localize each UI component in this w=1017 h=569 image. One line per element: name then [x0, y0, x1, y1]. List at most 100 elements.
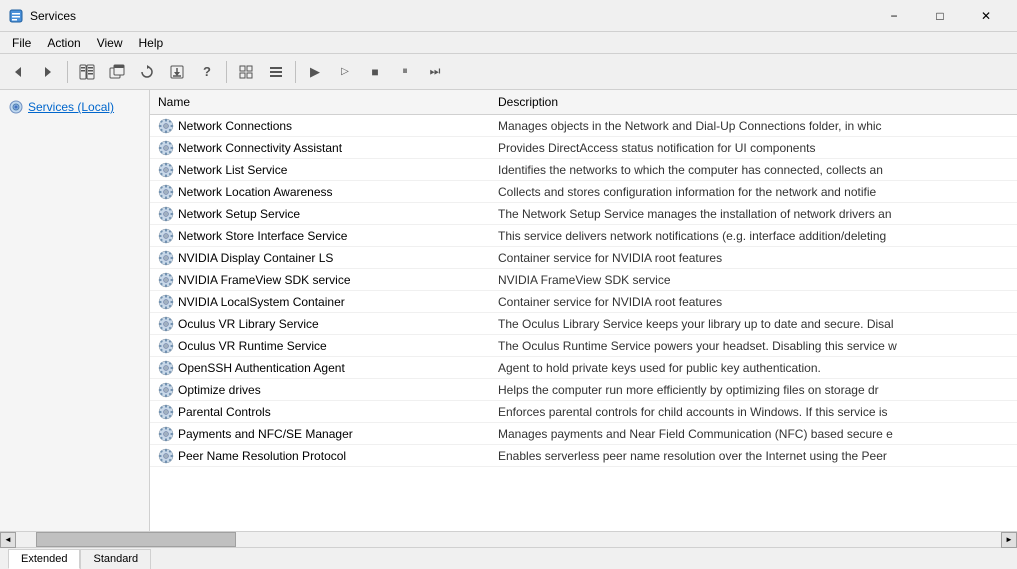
table-row[interactable]: Peer Name Resolution ProtocolEnables ser…	[150, 445, 1017, 467]
service-icon	[158, 162, 174, 178]
service-name-cell: OpenSSH Authentication Agent	[150, 358, 490, 378]
service-name-text: OpenSSH Authentication Agent	[178, 361, 345, 375]
scroll-right-button[interactable]: ►	[1001, 532, 1017, 548]
new-window-button[interactable]	[103, 58, 131, 86]
start-service-button[interactable]: ▶	[301, 58, 329, 86]
service-desc-text: The Oculus Runtime Service powers your h…	[490, 337, 1017, 355]
horizontal-scrollbar[interactable]: ◄ ►	[0, 531, 1017, 547]
service-name-cell: NVIDIA Display Container LS	[150, 248, 490, 268]
table-row[interactable]: Network Connectivity AssistantProvides D…	[150, 137, 1017, 159]
window-title: Services	[30, 9, 871, 23]
table-row[interactable]: Parental ControlsEnforces parental contr…	[150, 401, 1017, 423]
close-button[interactable]: ✕	[963, 0, 1009, 32]
service-icon	[158, 426, 174, 442]
services-list[interactable]: Network ConnectionsManages objects in th…	[150, 115, 1017, 531]
service-desc-text: Helps the computer run more efficiently …	[490, 381, 1017, 399]
service-name-text: Parental Controls	[178, 405, 271, 419]
service-icon	[158, 140, 174, 156]
back-button[interactable]	[4, 58, 32, 86]
service-desc-text: Identifies the networks to which the com…	[490, 161, 1017, 179]
service-name-text: Optimize drives	[178, 383, 261, 397]
menu-file[interactable]: File	[4, 32, 39, 53]
service-desc-text: The Oculus Library Service keeps your li…	[490, 315, 1017, 333]
help-button[interactable]: ?	[193, 58, 221, 86]
service-name-cell: Network Location Awareness	[150, 182, 490, 202]
menu-view[interactable]: View	[89, 32, 131, 53]
table-row[interactable]: Network Setup ServiceThe Network Setup S…	[150, 203, 1017, 225]
scroll-left-button[interactable]: ◄	[0, 532, 16, 548]
stop-service-button[interactable]: ■	[361, 58, 389, 86]
service-name-cell: Parental Controls	[150, 402, 490, 422]
service-desc-text: Container service for NVIDIA root featur…	[490, 249, 1017, 267]
service-name-text: Network Connectivity Assistant	[178, 141, 342, 155]
table-row[interactable]: Network Location AwarenessCollects and s…	[150, 181, 1017, 203]
start-service-button-2[interactable]: ▷	[331, 58, 359, 86]
service-icon	[158, 206, 174, 222]
restart-service-button[interactable]: ⏭	[421, 58, 449, 86]
service-name-text: Network List Service	[178, 163, 287, 177]
services-local-item[interactable]: Services (Local)	[4, 96, 145, 118]
table-row[interactable]: Network List Service Identifies the netwo…	[150, 159, 1017, 181]
service-name-cell: Oculus VR Runtime Service	[150, 336, 490, 356]
export-button[interactable]	[163, 58, 191, 86]
service-name-cell: Peer Name Resolution Protocol	[150, 446, 490, 466]
menu-help[interactable]: Help	[131, 32, 172, 53]
scroll-track	[16, 532, 1001, 547]
service-icon	[158, 404, 174, 420]
service-name-cell: Optimize drives	[150, 380, 490, 400]
tab-extended[interactable]: Extended	[8, 549, 80, 569]
service-name-text: Oculus VR Runtime Service	[178, 339, 327, 353]
service-icon	[158, 316, 174, 332]
table-row[interactable]: Network ConnectionsManages objects in th…	[150, 115, 1017, 137]
table-row[interactable]: NVIDIA Display Container LSContainer ser…	[150, 247, 1017, 269]
service-desc-text: This service delivers network notificati…	[490, 227, 1017, 245]
main-content: Services (Local) Name Description Networ…	[0, 90, 1017, 531]
left-panel: Services (Local)	[0, 90, 150, 531]
services-local-label: Services (Local)	[28, 100, 114, 114]
service-icon	[158, 360, 174, 376]
console-view-button[interactable]	[73, 58, 101, 86]
table-row[interactable]: Network Store Interface ServiceThis serv…	[150, 225, 1017, 247]
service-desc-text: Enables serverless peer name resolution …	[490, 447, 1017, 465]
tab-standard[interactable]: Standard	[80, 549, 151, 569]
scroll-thumb[interactable]	[36, 532, 236, 547]
service-name-cell: Network List Service	[150, 160, 490, 180]
service-name-cell: Network Connectivity Assistant	[150, 138, 490, 158]
service-desc-text: Manages payments and Near Field Communic…	[490, 425, 1017, 443]
service-icon	[158, 250, 174, 266]
services-header: Name Description	[150, 90, 1017, 115]
table-row[interactable]: Optimize drives Helps the computer run mo…	[150, 379, 1017, 401]
service-name-cell: Network Connections	[150, 116, 490, 136]
service-name-cell: NVIDIA LocalSystem Container	[150, 292, 490, 312]
col-header-name[interactable]: Name	[150, 93, 490, 111]
col-header-desc[interactable]: Description	[490, 93, 1017, 111]
title-bar: Services − □ ✕	[0, 0, 1017, 32]
table-row[interactable]: OpenSSH Authentication Agent Agent to hol…	[150, 357, 1017, 379]
window-controls: − □ ✕	[871, 0, 1009, 32]
service-name-cell: Network Store Interface Service	[150, 226, 490, 246]
menu-action[interactable]: Action	[39, 32, 88, 53]
service-desc-text: NVIDIA FrameView SDK service	[490, 271, 1017, 289]
forward-button[interactable]	[34, 58, 62, 86]
service-name-cell: Network Setup Service	[150, 204, 490, 224]
minimize-button[interactable]: −	[871, 0, 917, 32]
service-icon	[158, 184, 174, 200]
service-desc-text: Agent to hold private keys used for publ…	[490, 359, 1017, 377]
table-row[interactable]: NVIDIA FrameView SDK serviceNVIDIA Frame…	[150, 269, 1017, 291]
table-row[interactable]: NVIDIA LocalSystem ContainerContainer se…	[150, 291, 1017, 313]
view-detail-button[interactable]	[262, 58, 290, 86]
pause-service-button[interactable]: ⏸	[391, 58, 419, 86]
table-row[interactable]: Oculus VR Runtime Service The Oculus Runt…	[150, 335, 1017, 357]
toolbar-sep-3	[295, 61, 296, 83]
service-name-cell: Payments and NFC/SE Manager	[150, 424, 490, 444]
table-row[interactable]: Oculus VR Library ServiceThe Oculus Libr…	[150, 313, 1017, 335]
table-row[interactable]: Payments and NFC/SE ManagerManages payme…	[150, 423, 1017, 445]
maximize-button[interactable]: □	[917, 0, 963, 32]
service-desc-text: Collects and stores configuration inform…	[490, 183, 1017, 201]
toolbar: ? ▶ ▷ ■ ⏸ ⏭	[0, 54, 1017, 90]
view-list-button[interactable]	[232, 58, 260, 86]
services-local-icon	[8, 99, 24, 115]
service-desc-text: The Network Setup Service manages the in…	[490, 205, 1017, 223]
service-desc-text: Manages objects in the Network and Dial-…	[490, 117, 1017, 135]
refresh-button[interactable]	[133, 58, 161, 86]
